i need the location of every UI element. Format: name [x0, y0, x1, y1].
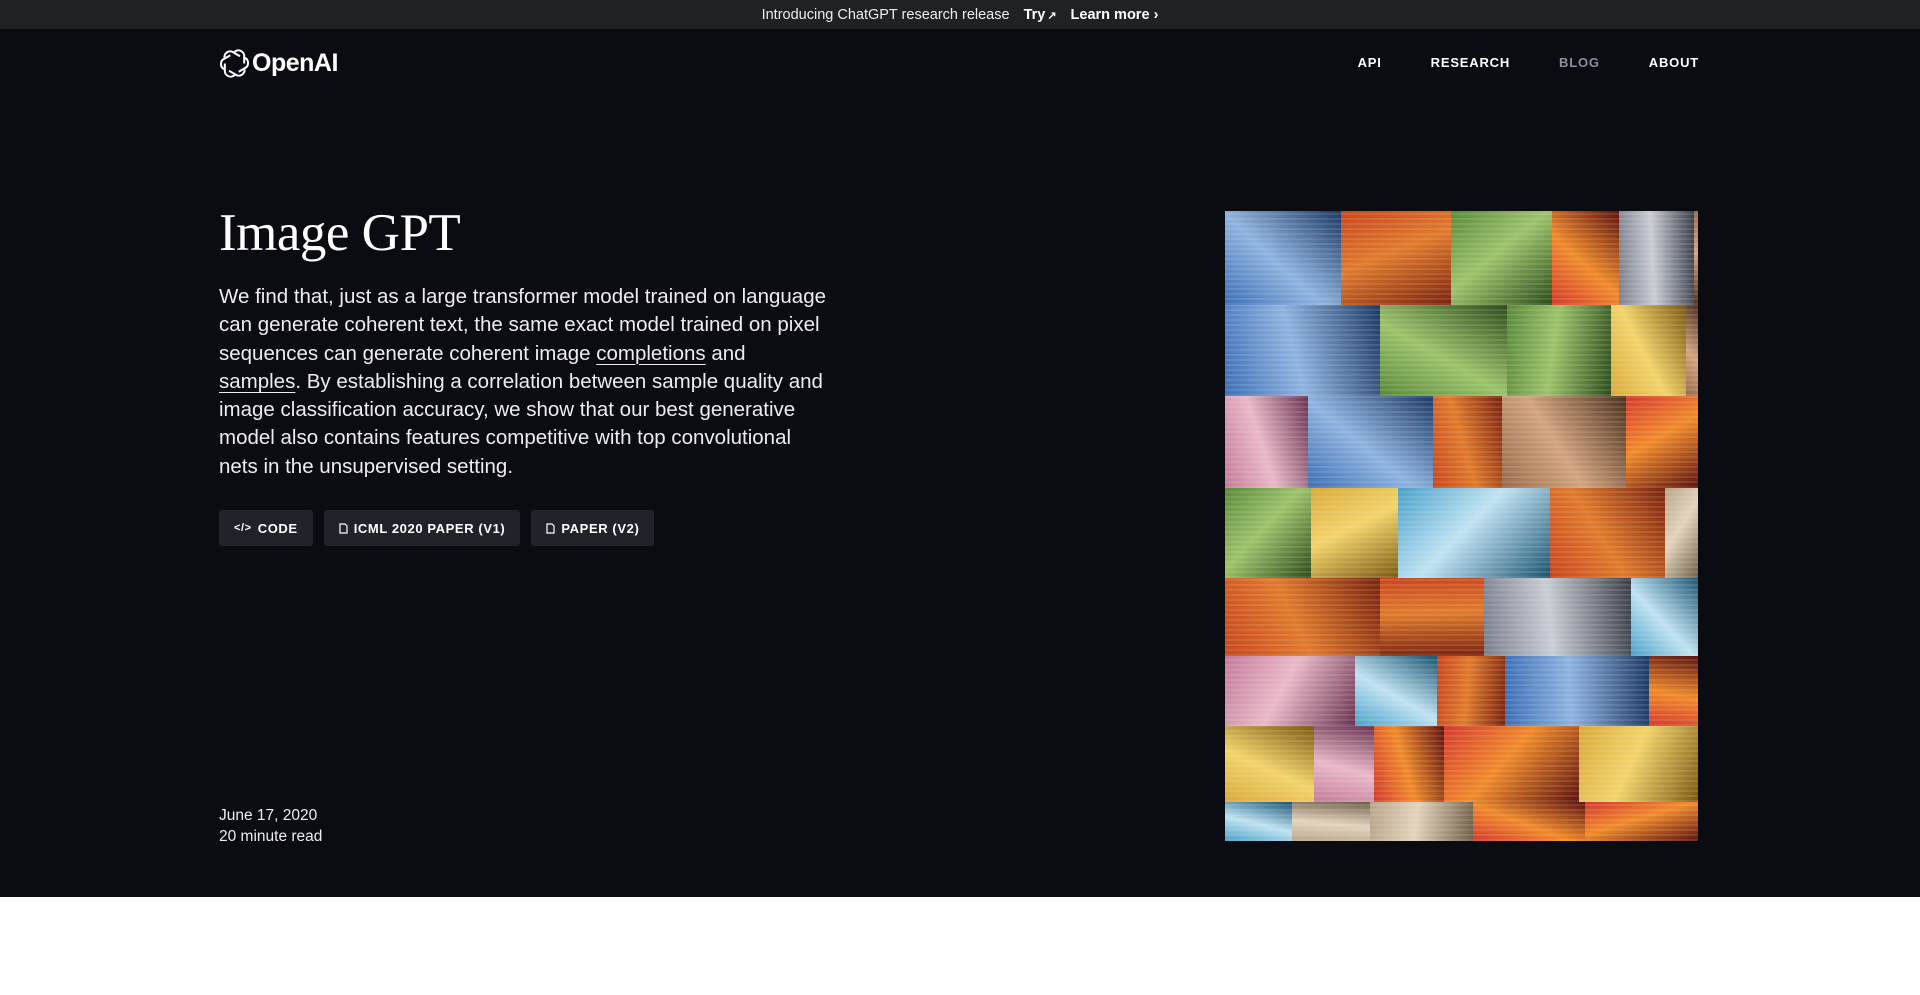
- sample-image-tile: [1341, 211, 1451, 305]
- description-text-2: . By establishing a correlation between …: [219, 369, 823, 478]
- sample-image-tile: [1311, 488, 1398, 578]
- sample-image-tile: [1225, 305, 1380, 396]
- hero-description: We find that, just as a large transforme…: [219, 283, 831, 481]
- sample-image-tile: [1579, 726, 1698, 802]
- sample-image-tile: [1380, 578, 1484, 656]
- sample-image-tile: [1374, 726, 1444, 802]
- nav-links: API RESEARCH BLOG ABOUT: [1358, 55, 1699, 70]
- sample-image-tile: [1686, 305, 1698, 396]
- sample-image-tile: [1649, 656, 1698, 726]
- icml-paper-button[interactable]: ICML 2020 PAPER (V1): [323, 510, 521, 546]
- sample-image-tile: [1484, 578, 1631, 656]
- top-nav: OpenAI API RESEARCH BLOG ABOUT: [219, 45, 1699, 85]
- announcement-text: Introducing ChatGPT research release: [761, 6, 1010, 23]
- sample-image-tile: [1292, 802, 1370, 841]
- description-text-and: and: [705, 341, 746, 365]
- logo-text: OpenAI: [252, 48, 338, 77]
- hero-section: OpenAI API RESEARCH BLOG ABOUT Image GPT…: [0, 29, 1920, 897]
- openai-logo[interactable]: OpenAI: [219, 45, 338, 81]
- image-samples-mosaic: [1225, 211, 1698, 841]
- page: Introducing ChatGPT research release Try…: [0, 0, 1920, 995]
- nav-link-blog[interactable]: BLOG: [1559, 55, 1600, 70]
- sample-image-tile: [1225, 726, 1314, 802]
- paper-v2-button[interactable]: PAPER (V2): [531, 510, 655, 546]
- read-time: 20 minute read: [219, 828, 323, 845]
- sample-image-tile: [1225, 211, 1341, 305]
- nav-link-research[interactable]: RESEARCH: [1431, 55, 1510, 70]
- sample-image-tile: [1314, 726, 1374, 802]
- sample-image-tile: [1225, 656, 1355, 726]
- sample-image-tile: [1631, 578, 1698, 656]
- sample-image-tile: [1585, 802, 1698, 841]
- paper-v2-button-label: PAPER (V2): [561, 520, 640, 536]
- learn-more-link[interactable]: Learn more ›: [1071, 7, 1159, 23]
- chevron-right-icon: ›: [1153, 6, 1159, 23]
- sample-image-tile: [1437, 656, 1505, 726]
- code-button[interactable]: </> CODE: [219, 510, 313, 546]
- nav-link-api[interactable]: API: [1358, 55, 1382, 70]
- try-label: Try: [1023, 6, 1046, 23]
- page-title: Image GPT: [219, 204, 461, 262]
- sample-image-tile: [1380, 305, 1507, 396]
- completions-link[interactable]: completions: [596, 342, 705, 365]
- sample-image-tile: [1225, 578, 1380, 656]
- try-link[interactable]: Try ↗: [1024, 7, 1057, 23]
- sample-image-tile: [1619, 211, 1694, 305]
- external-arrow-icon: ↗: [1047, 9, 1057, 22]
- code-button-label: CODE: [257, 520, 298, 536]
- sample-image-tile: [1225, 396, 1308, 488]
- sample-image-tile: [1451, 211, 1552, 305]
- sample-image-tile: [1444, 726, 1579, 802]
- sample-image-tile: [1611, 305, 1686, 396]
- sample-image-tile: [1550, 488, 1665, 578]
- publish-date: June 17, 2020: [219, 807, 318, 824]
- sample-image-tile: [1505, 656, 1649, 726]
- sample-image-tile: [1552, 211, 1619, 305]
- openai-logo-icon: [219, 48, 250, 78]
- sample-image-tile: [1370, 802, 1473, 841]
- icml-paper-button-label: ICML 2020 PAPER (V1): [353, 520, 506, 536]
- sample-image-tile: [1308, 396, 1433, 488]
- sample-image-tile: [1665, 488, 1698, 578]
- sample-image-tile: [1433, 396, 1502, 488]
- document-icon: [339, 522, 348, 534]
- sample-image-tile: [1355, 656, 1437, 726]
- sample-image-tile: [1694, 211, 1698, 305]
- sample-image-tile: [1502, 396, 1626, 488]
- sample-image-tile: [1225, 802, 1292, 841]
- sample-image-tile: [1473, 802, 1585, 841]
- announcement-bar: Introducing ChatGPT research release Try…: [0, 0, 1920, 29]
- nav-link-about[interactable]: ABOUT: [1649, 55, 1699, 70]
- code-icon: </>: [234, 522, 252, 534]
- sample-image-tile: [1626, 396, 1698, 488]
- resource-buttons: </> CODE ICML 2020 PAPER (V1) PAPER (V2): [219, 510, 655, 546]
- sample-image-tile: [1225, 488, 1311, 578]
- samples-link[interactable]: samples: [219, 370, 295, 393]
- post-meta: June 17, 2020 20 minute read: [219, 805, 322, 847]
- sample-image-tile: [1507, 305, 1611, 396]
- learn-more-label: Learn more: [1070, 6, 1150, 23]
- sample-image-tile: [1398, 488, 1550, 578]
- document-icon: [546, 522, 555, 534]
